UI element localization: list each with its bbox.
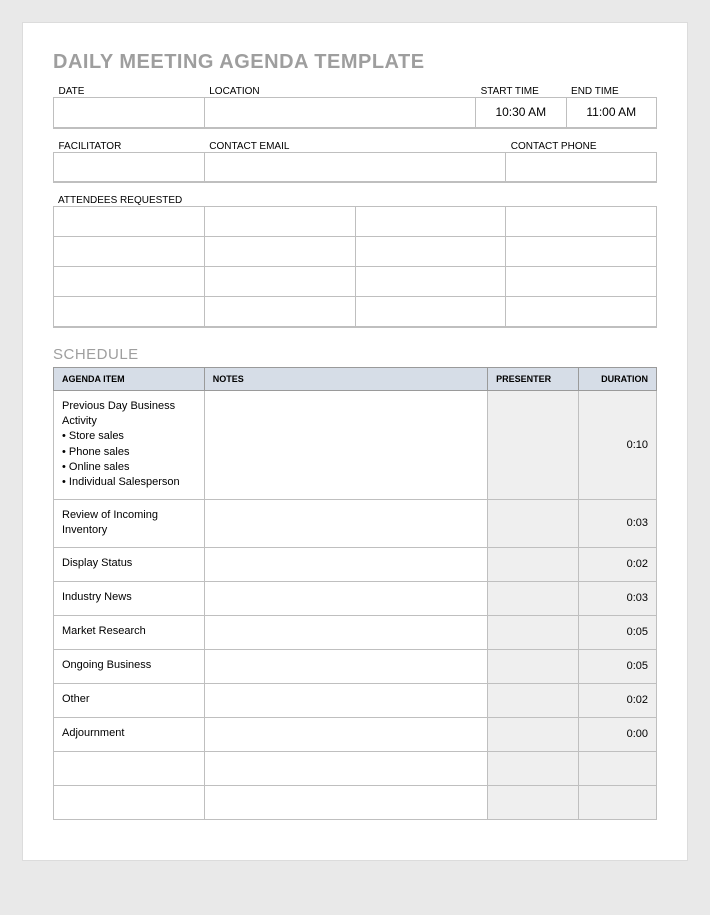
agenda-item-cell[interactable]: Other (54, 683, 205, 717)
agenda-item-cell[interactable]: Ongoing Business (54, 649, 205, 683)
duration-cell[interactable] (578, 751, 656, 785)
presenter-cell[interactable] (488, 547, 578, 581)
notes-cell[interactable] (204, 785, 487, 819)
attendee-cell[interactable] (54, 237, 205, 267)
attendee-cell[interactable] (506, 297, 657, 327)
notes-cell[interactable] (204, 499, 487, 547)
location-cell[interactable] (204, 98, 475, 128)
phone-label: CONTACT PHONE (506, 139, 657, 153)
email-label: CONTACT EMAIL (204, 139, 506, 153)
schedule-table: AGENDA ITEM NOTES PRESENTER DURATION Pre… (53, 367, 657, 820)
attendee-cell[interactable] (204, 267, 355, 297)
attendee-cell[interactable] (355, 267, 506, 297)
col-presenter: PRESENTER (488, 367, 578, 390)
notes-cell[interactable] (204, 717, 487, 751)
table-row: Industry News 0:03 (54, 581, 657, 615)
duration-cell[interactable] (578, 785, 656, 819)
table-row: Adjournment 0:00 (54, 717, 657, 751)
attendee-cell[interactable] (204, 207, 355, 237)
presenter-cell[interactable] (488, 751, 578, 785)
notes-cell[interactable] (204, 547, 487, 581)
facilitator-label: FACILITATOR (54, 139, 205, 153)
duration-cell[interactable]: 0:02 (578, 547, 656, 581)
agenda-item-cell[interactable] (54, 785, 205, 819)
meeting-info-1: DATE LOCATION START TIME END TIME 10:30 … (53, 84, 657, 129)
presenter-cell[interactable] (488, 581, 578, 615)
start-label: START TIME (476, 84, 566, 98)
agenda-item-cell[interactable] (54, 751, 205, 785)
table-row (54, 785, 657, 819)
notes-cell[interactable] (204, 581, 487, 615)
table-row: Display Status 0:02 (54, 547, 657, 581)
attendee-cell[interactable] (54, 297, 205, 327)
attendee-cell[interactable] (355, 297, 506, 327)
duration-cell[interactable]: 0:03 (578, 499, 656, 547)
notes-cell[interactable] (204, 683, 487, 717)
attendee-cell[interactable] (506, 237, 657, 267)
agenda-item-cell[interactable]: Review of Incoming Inventory (54, 499, 205, 547)
date-cell[interactable] (54, 98, 205, 128)
presenter-cell[interactable] (488, 390, 578, 499)
notes-cell[interactable] (204, 751, 487, 785)
attendees-label: ATTENDEES REQUESTED (53, 193, 657, 206)
attendee-cell[interactable] (355, 237, 506, 267)
date-label: DATE (54, 84, 205, 98)
duration-cell[interactable]: 0:03 (578, 581, 656, 615)
presenter-cell[interactable] (488, 615, 578, 649)
facilitator-cell[interactable] (54, 152, 205, 182)
attendee-cell[interactable] (204, 237, 355, 267)
table-row: Market Research 0:05 (54, 615, 657, 649)
agenda-item-cell[interactable]: Display Status (54, 547, 205, 581)
table-row (54, 751, 657, 785)
table-row: Other 0:02 (54, 683, 657, 717)
table-row: Review of Incoming Inventory 0:03 (54, 499, 657, 547)
attendee-cell[interactable] (54, 267, 205, 297)
presenter-cell[interactable] (488, 499, 578, 547)
duration-cell[interactable]: 0:05 (578, 615, 656, 649)
schedule-heading: SCHEDULE (53, 346, 657, 363)
attendee-cell[interactable] (506, 207, 657, 237)
presenter-cell[interactable] (488, 717, 578, 751)
col-agenda-item: AGENDA ITEM (54, 367, 205, 390)
agenda-item-cell[interactable]: Market Research (54, 615, 205, 649)
col-notes: NOTES (204, 367, 487, 390)
notes-cell[interactable] (204, 390, 487, 499)
duration-cell[interactable]: 0:00 (578, 717, 656, 751)
start-cell[interactable]: 10:30 AM (476, 98, 566, 128)
attendees-table (53, 206, 657, 328)
presenter-cell[interactable] (488, 785, 578, 819)
table-row: Ongoing Business 0:05 (54, 649, 657, 683)
duration-cell[interactable]: 0:10 (578, 390, 656, 499)
location-label: LOCATION (204, 84, 475, 98)
meeting-info-2: FACILITATOR CONTACT EMAIL CONTACT PHONE (53, 139, 657, 184)
end-label: END TIME (566, 84, 656, 98)
agenda-item-cell[interactable]: Adjournment (54, 717, 205, 751)
attendee-cell[interactable] (204, 297, 355, 327)
notes-cell[interactable] (204, 649, 487, 683)
attendee-cell[interactable] (506, 267, 657, 297)
table-row: Previous Day Business Activity• Store sa… (54, 390, 657, 499)
attendee-cell[interactable] (355, 207, 506, 237)
page-title: DAILY MEETING AGENDA TEMPLATE (53, 51, 657, 74)
page: DAILY MEETING AGENDA TEMPLATE DATE LOCAT… (22, 22, 688, 861)
col-duration: DURATION (578, 367, 656, 390)
duration-cell[interactable]: 0:05 (578, 649, 656, 683)
attendee-cell[interactable] (54, 207, 205, 237)
email-cell[interactable] (204, 152, 506, 182)
agenda-item-cell[interactable]: Previous Day Business Activity• Store sa… (54, 390, 205, 499)
presenter-cell[interactable] (488, 683, 578, 717)
notes-cell[interactable] (204, 615, 487, 649)
phone-cell[interactable] (506, 152, 657, 182)
end-cell[interactable]: 11:00 AM (566, 98, 656, 128)
presenter-cell[interactable] (488, 649, 578, 683)
agenda-item-cell[interactable]: Industry News (54, 581, 205, 615)
duration-cell[interactable]: 0:02 (578, 683, 656, 717)
